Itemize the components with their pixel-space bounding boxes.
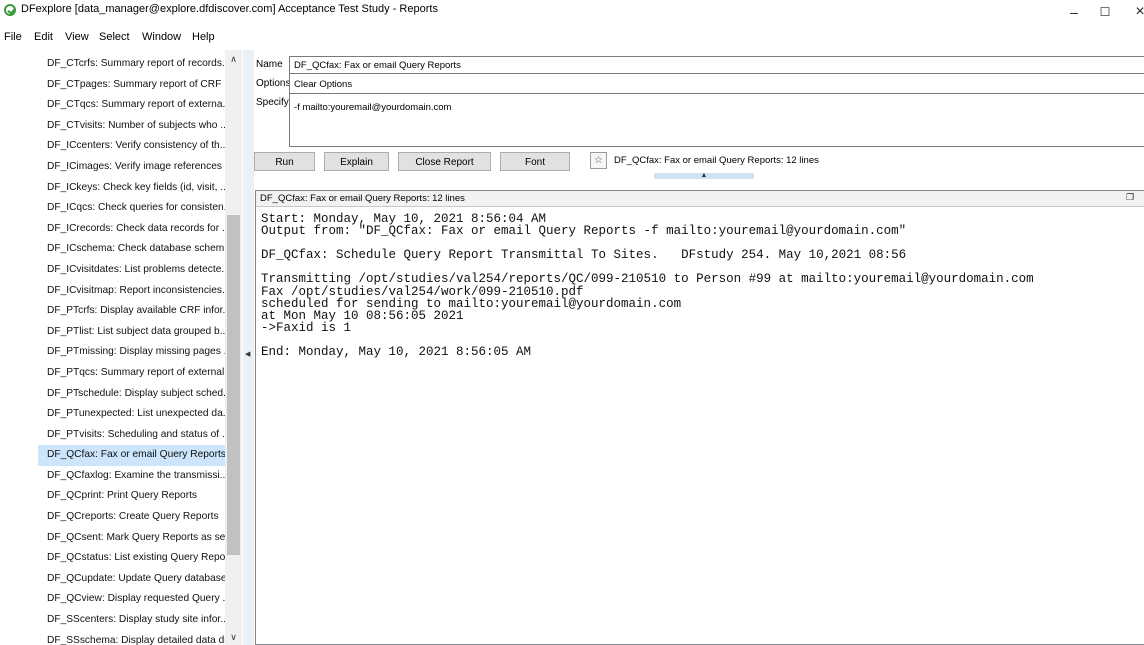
report-form: Name DF_QCfax: Fax or email Query Report…: [254, 50, 1144, 150]
report-list-item[interactable]: DF_CTvisits: Number of subjects who ...: [38, 116, 225, 137]
output-line: Transmitting /opt/studies/val254/reports…: [261, 272, 1034, 287]
report-list-item[interactable]: DF_PTvisits: Scheduling and status of ..…: [38, 425, 225, 446]
report-list-item[interactable]: DF_ICqcs: Check queries for consisten...: [38, 198, 225, 219]
output-line: Fax /opt/studies/val254/work/099-210510.…: [261, 284, 584, 299]
minimize-button[interactable]: –: [1057, 0, 1091, 24]
close-button[interactable]: ×: [1123, 0, 1144, 24]
menu-select[interactable]: Select: [99, 31, 130, 43]
float-window-icon[interactable]: ❐: [1126, 192, 1134, 203]
menu-window[interactable]: Window: [142, 31, 181, 43]
explain-button[interactable]: Explain: [324, 152, 389, 171]
specify-field[interactable]: -f mailto:youremail@yourdomain.com: [289, 94, 1144, 147]
report-list-item[interactable]: DF_PTcrfs: Display available CRF infor..…: [38, 301, 225, 322]
pin-icon[interactable]: ☆: [590, 152, 607, 169]
options-label: Options: [256, 78, 291, 89]
menu-help[interactable]: Help: [192, 31, 215, 43]
dfexplore-logo-icon: [4, 4, 16, 16]
report-list-item[interactable]: DF_CTcrfs: Summary report of records...: [38, 54, 225, 75]
report-list-item[interactable]: DF_QCfax: Fax or email Query Reports: [38, 445, 225, 466]
report-list-item[interactable]: DF_QCsent: Mark Query Reports as sent: [38, 528, 225, 549]
menu-edit[interactable]: Edit: [34, 31, 53, 43]
report-list-item[interactable]: DF_SScenters: Display study site infor..…: [38, 610, 225, 631]
report-list-item[interactable]: DF_ICvisitmap: Report inconsistencies...: [38, 281, 225, 302]
report-list-item[interactable]: DF_ICschema: Check database schem...: [38, 239, 225, 260]
report-list: DF_CTcrfs: Summary report of records... D…: [38, 54, 225, 645]
collapse-up-icon[interactable]: ▲: [654, 172, 754, 179]
report-list-item[interactable]: DF_PTqcs: Summary report of external...: [38, 363, 225, 384]
output-title: DF_QCfax: Fax or email Query Reports: 12…: [260, 193, 465, 204]
report-sidebar: DF_CTcrfs: Summary report of records... D…: [0, 50, 243, 645]
sidebar-scrollbar[interactable]: ∧ ∨: [225, 50, 242, 645]
collapse-left-icon[interactable]: ◀: [245, 350, 250, 358]
report-list-item[interactable]: DF_ICcenters: Verify consistency of th..…: [38, 136, 225, 157]
status-text: DF_QCfax: Fax or email Query Reports: 12…: [614, 155, 819, 166]
report-list-item[interactable]: DF_QCview: Display requested Query ...: [38, 589, 225, 610]
menu-file[interactable]: File: [4, 31, 22, 43]
report-list-item[interactable]: DF_PTunexpected: List unexpected da...: [38, 404, 225, 425]
report-list-item[interactable]: DF_PTmissing: Display missing pages ...: [38, 342, 225, 363]
options-field[interactable]: Clear Options: [289, 74, 1144, 94]
specify-label: Specify: [256, 97, 289, 108]
scroll-down-arrow-icon[interactable]: ∨: [225, 630, 242, 644]
scrollbar-thumb[interactable]: [227, 215, 240, 555]
report-list-item[interactable]: DF_CTqcs: Summary report of externa...: [38, 95, 225, 116]
report-list-item[interactable]: DF_ICvisitdates: List problems detecte..…: [38, 260, 225, 281]
report-list-item[interactable]: DF_QCreports: Create Query Reports: [38, 507, 225, 528]
panel-splitter[interactable]: ◀: [243, 50, 254, 645]
maximize-button[interactable]: ☐: [1088, 0, 1122, 24]
report-list-item[interactable]: DF_QCstatus: List existing Query Repo...: [38, 548, 225, 569]
name-label: Name: [256, 59, 283, 70]
output-line: End: Monday, May 10, 2021 8:56:05 AM: [261, 345, 532, 360]
menu-view[interactable]: View: [65, 31, 89, 43]
report-list-item[interactable]: DF_CTpages: Summary report of CRF ...: [38, 75, 225, 96]
report-list-item[interactable]: DF_PTlist: List subject data grouped b..…: [38, 322, 225, 343]
output-line: Output from: "DF_QCfax: Fax or email Que…: [261, 224, 907, 239]
output-line: at Mon May 10 08:56:05 2021: [261, 308, 464, 323]
output-header: DF_QCfax: Fax or email Query Reports: 12…: [256, 191, 1144, 207]
output-line: scheduled for sending to mailto:youremai…: [261, 296, 682, 311]
report-list-item[interactable]: DF_ICrecords: Check data records for ...: [38, 219, 225, 240]
scroll-up-arrow-icon[interactable]: ∧: [225, 52, 242, 66]
output-line: DF_QCfax: Schedule Query Report Transmit…: [261, 248, 907, 263]
close-report-button[interactable]: Close Report: [398, 152, 491, 171]
report-list-item[interactable]: DF_PTschedule: Display subject sched...: [38, 384, 225, 405]
output-text: Start: Monday, May 10, 2021 8:56:04 AM Ou…: [261, 213, 1141, 360]
menu-bar: File Edit View Select Window Help: [0, 28, 1144, 48]
name-field[interactable]: DF_QCfax: Fax or email Query Reports: [289, 56, 1144, 74]
window-title: DFexplore [data_manager@explore.dfdiscov…: [21, 3, 438, 15]
report-list-item[interactable]: DF_QCprint: Print Query Reports: [38, 486, 225, 507]
output-panel: DF_QCfax: Fax or email Query Reports: 12…: [255, 190, 1144, 645]
report-list-item[interactable]: DF_ICimages: Verify image references ...: [38, 157, 225, 178]
report-list-item[interactable]: DF_SSschema: Display detailed data di...: [38, 631, 225, 645]
report-list-item[interactable]: DF_ICkeys: Check key fields (id, visit, …: [38, 178, 225, 199]
run-button[interactable]: Run: [254, 152, 315, 171]
button-bar: Run Explain Close Report Font ☆ DF_QCfax…: [254, 150, 1144, 179]
font-button[interactable]: Font: [500, 152, 570, 171]
output-line: ->Faxid is 1: [261, 320, 352, 335]
title-bar: DFexplore [data_manager@explore.dfdiscov…: [0, 0, 1144, 28]
report-list-item[interactable]: DF_QCfaxlog: Examine the transmissi...: [38, 466, 225, 487]
report-list-item[interactable]: DF_QCupdate: Update Query database: [38, 569, 225, 590]
